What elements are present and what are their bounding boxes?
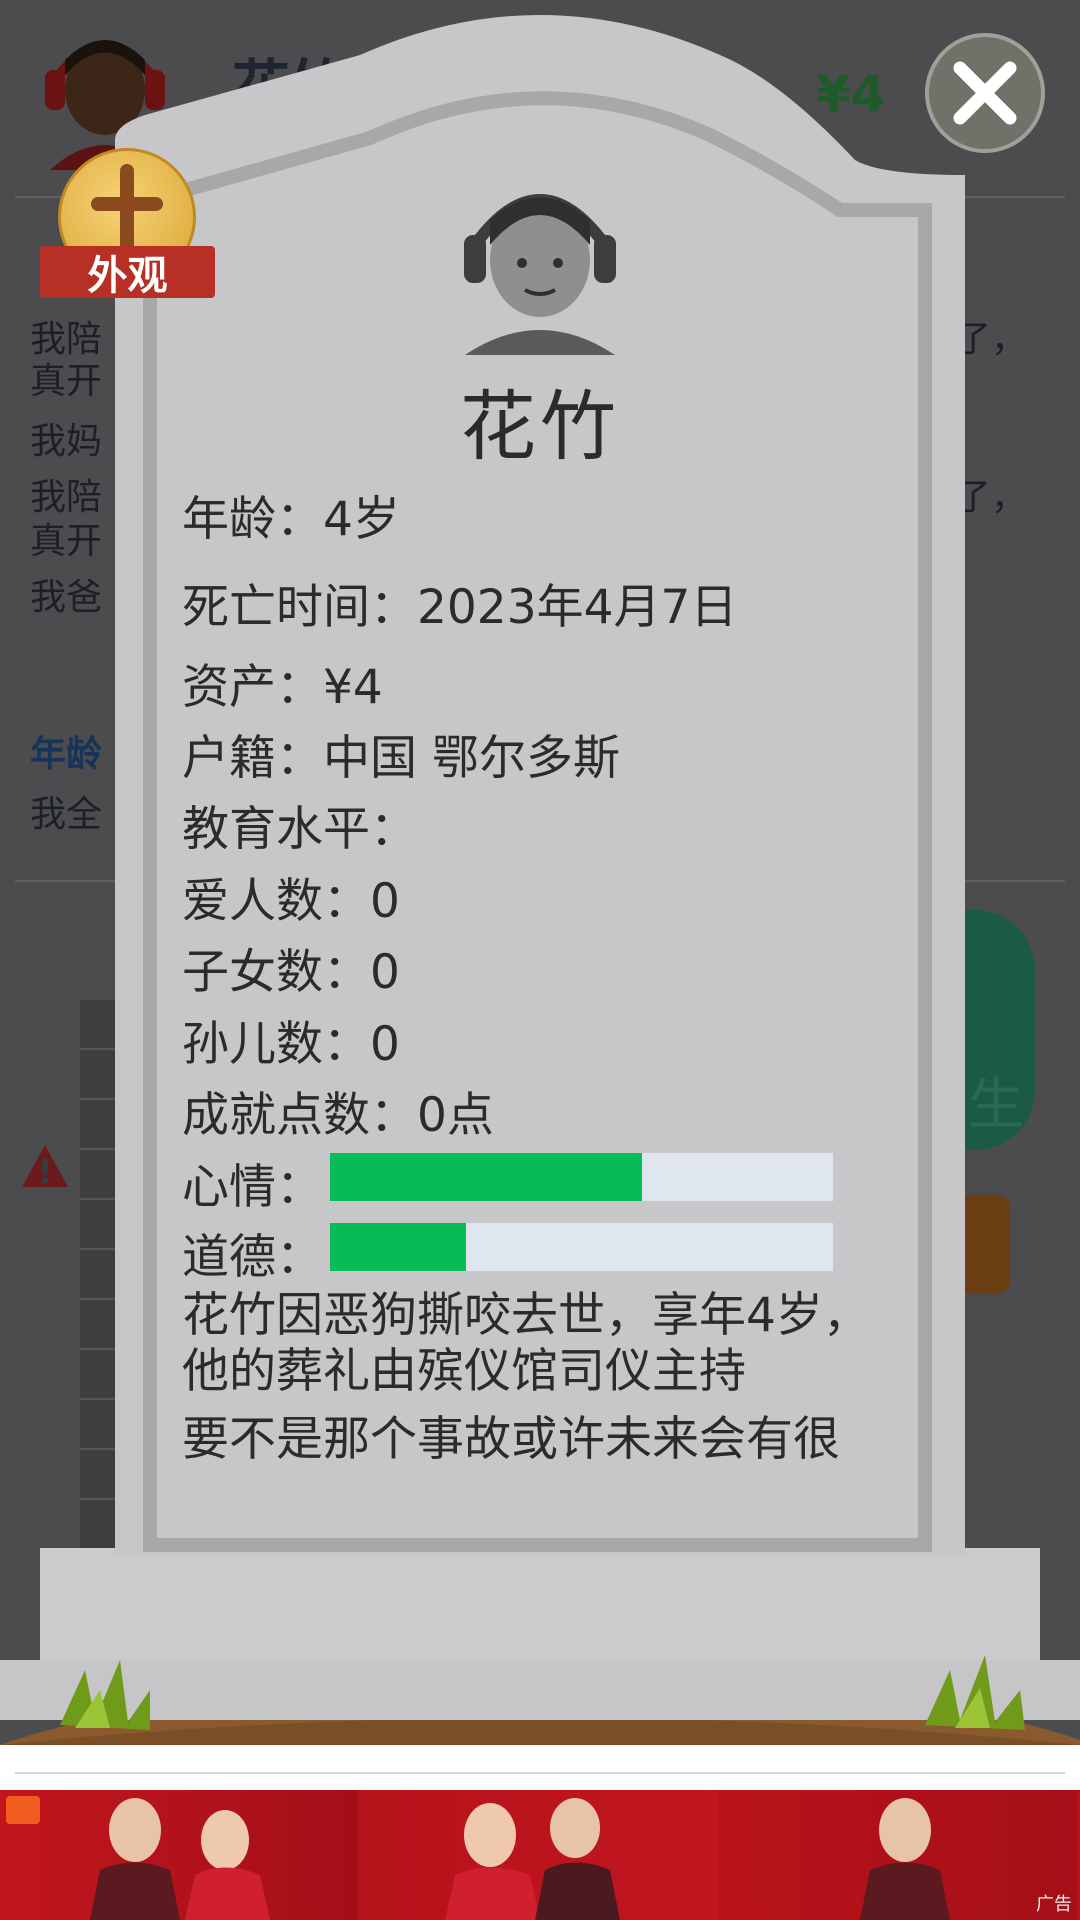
education-row: 教育水平： <box>182 790 417 859</box>
assets-value: ¥4 <box>323 660 383 715</box>
lovers-value: 0 <box>370 874 400 929</box>
ad-image <box>720 1790 1078 1920</box>
ad-image <box>360 1790 718 1920</box>
assets-label: 资产： <box>182 660 323 715</box>
epitaph-text: 花竹因恶狗撕咬去世，享年4岁，他的葬礼由殡仪馆司仪主持 <box>182 1288 870 1399</box>
children-row: 子女数：0 <box>182 933 400 1002</box>
morality-bar-fill <box>330 1223 466 1271</box>
children-value: 0 <box>370 945 400 1000</box>
mood-bar-fill <box>330 1153 642 1201</box>
morality-label: 道德： <box>182 1230 323 1285</box>
skin-label: 外观 <box>40 246 215 299</box>
assets-row: 资产：¥4 <box>182 648 383 717</box>
mood-row: 心情： <box>182 1148 323 1217</box>
lovers-row: 爱人数：0 <box>182 862 400 931</box>
close-button[interactable] <box>925 33 1045 153</box>
achievements-value: 0点 <box>417 1088 494 1143</box>
age-value: 4岁 <box>323 492 400 547</box>
close-icon <box>953 61 1017 125</box>
ad-logo-icon <box>6 1796 40 1824</box>
age-label: 年龄： <box>182 492 323 547</box>
morality-row: 道德： <box>182 1218 323 1287</box>
achievements-row: 成就点数：0点 <box>182 1076 494 1145</box>
footer-area <box>0 1745 1080 1790</box>
lovers-label: 爱人数： <box>182 874 370 929</box>
death-time-row: 死亡时间：2023年4月7日 <box>182 568 737 637</box>
epitaph-text-continued: 要不是那个事故或许未来会有很 <box>182 1412 840 1467</box>
grandchildren-label: 孙儿数： <box>182 1017 370 1072</box>
tombstone-content: 花竹 年龄：4岁 死亡时间：2023年4月7日 资产：¥4 户籍：中国 鄂尔多斯… <box>160 150 920 1480</box>
children-label: 子女数： <box>182 945 370 1000</box>
hukou-value: 中国 鄂尔多斯 <box>323 731 620 786</box>
death-time-value: 2023年4月7日 <box>417 580 738 635</box>
morality-bar <box>330 1223 833 1271</box>
hukou-row: 户籍：中国 鄂尔多斯 <box>182 719 620 788</box>
grandchildren-row: 孙儿数：0 <box>182 1005 400 1074</box>
skin-button[interactable]: 外观 <box>40 148 215 303</box>
death-time-label: 死亡时间： <box>182 580 417 635</box>
deceased-name: 花竹 <box>460 382 620 471</box>
hukou-label: 户籍： <box>182 731 323 786</box>
education-label: 教育水平： <box>182 802 417 857</box>
mood-bar <box>330 1153 833 1201</box>
deceased-avatar-icon <box>464 194 616 355</box>
ad-banner[interactable]: 广告 <box>0 1790 1080 1920</box>
achievements-label: 成就点数： <box>182 1088 417 1143</box>
mood-label: 心情： <box>182 1160 323 1215</box>
age-row: 年龄：4岁 <box>182 480 400 549</box>
ad-label: 广告 <box>1036 1894 1072 1915</box>
divider <box>15 1772 1065 1774</box>
grandchildren-value: 0 <box>370 1017 400 1072</box>
ad-image <box>0 1790 358 1920</box>
